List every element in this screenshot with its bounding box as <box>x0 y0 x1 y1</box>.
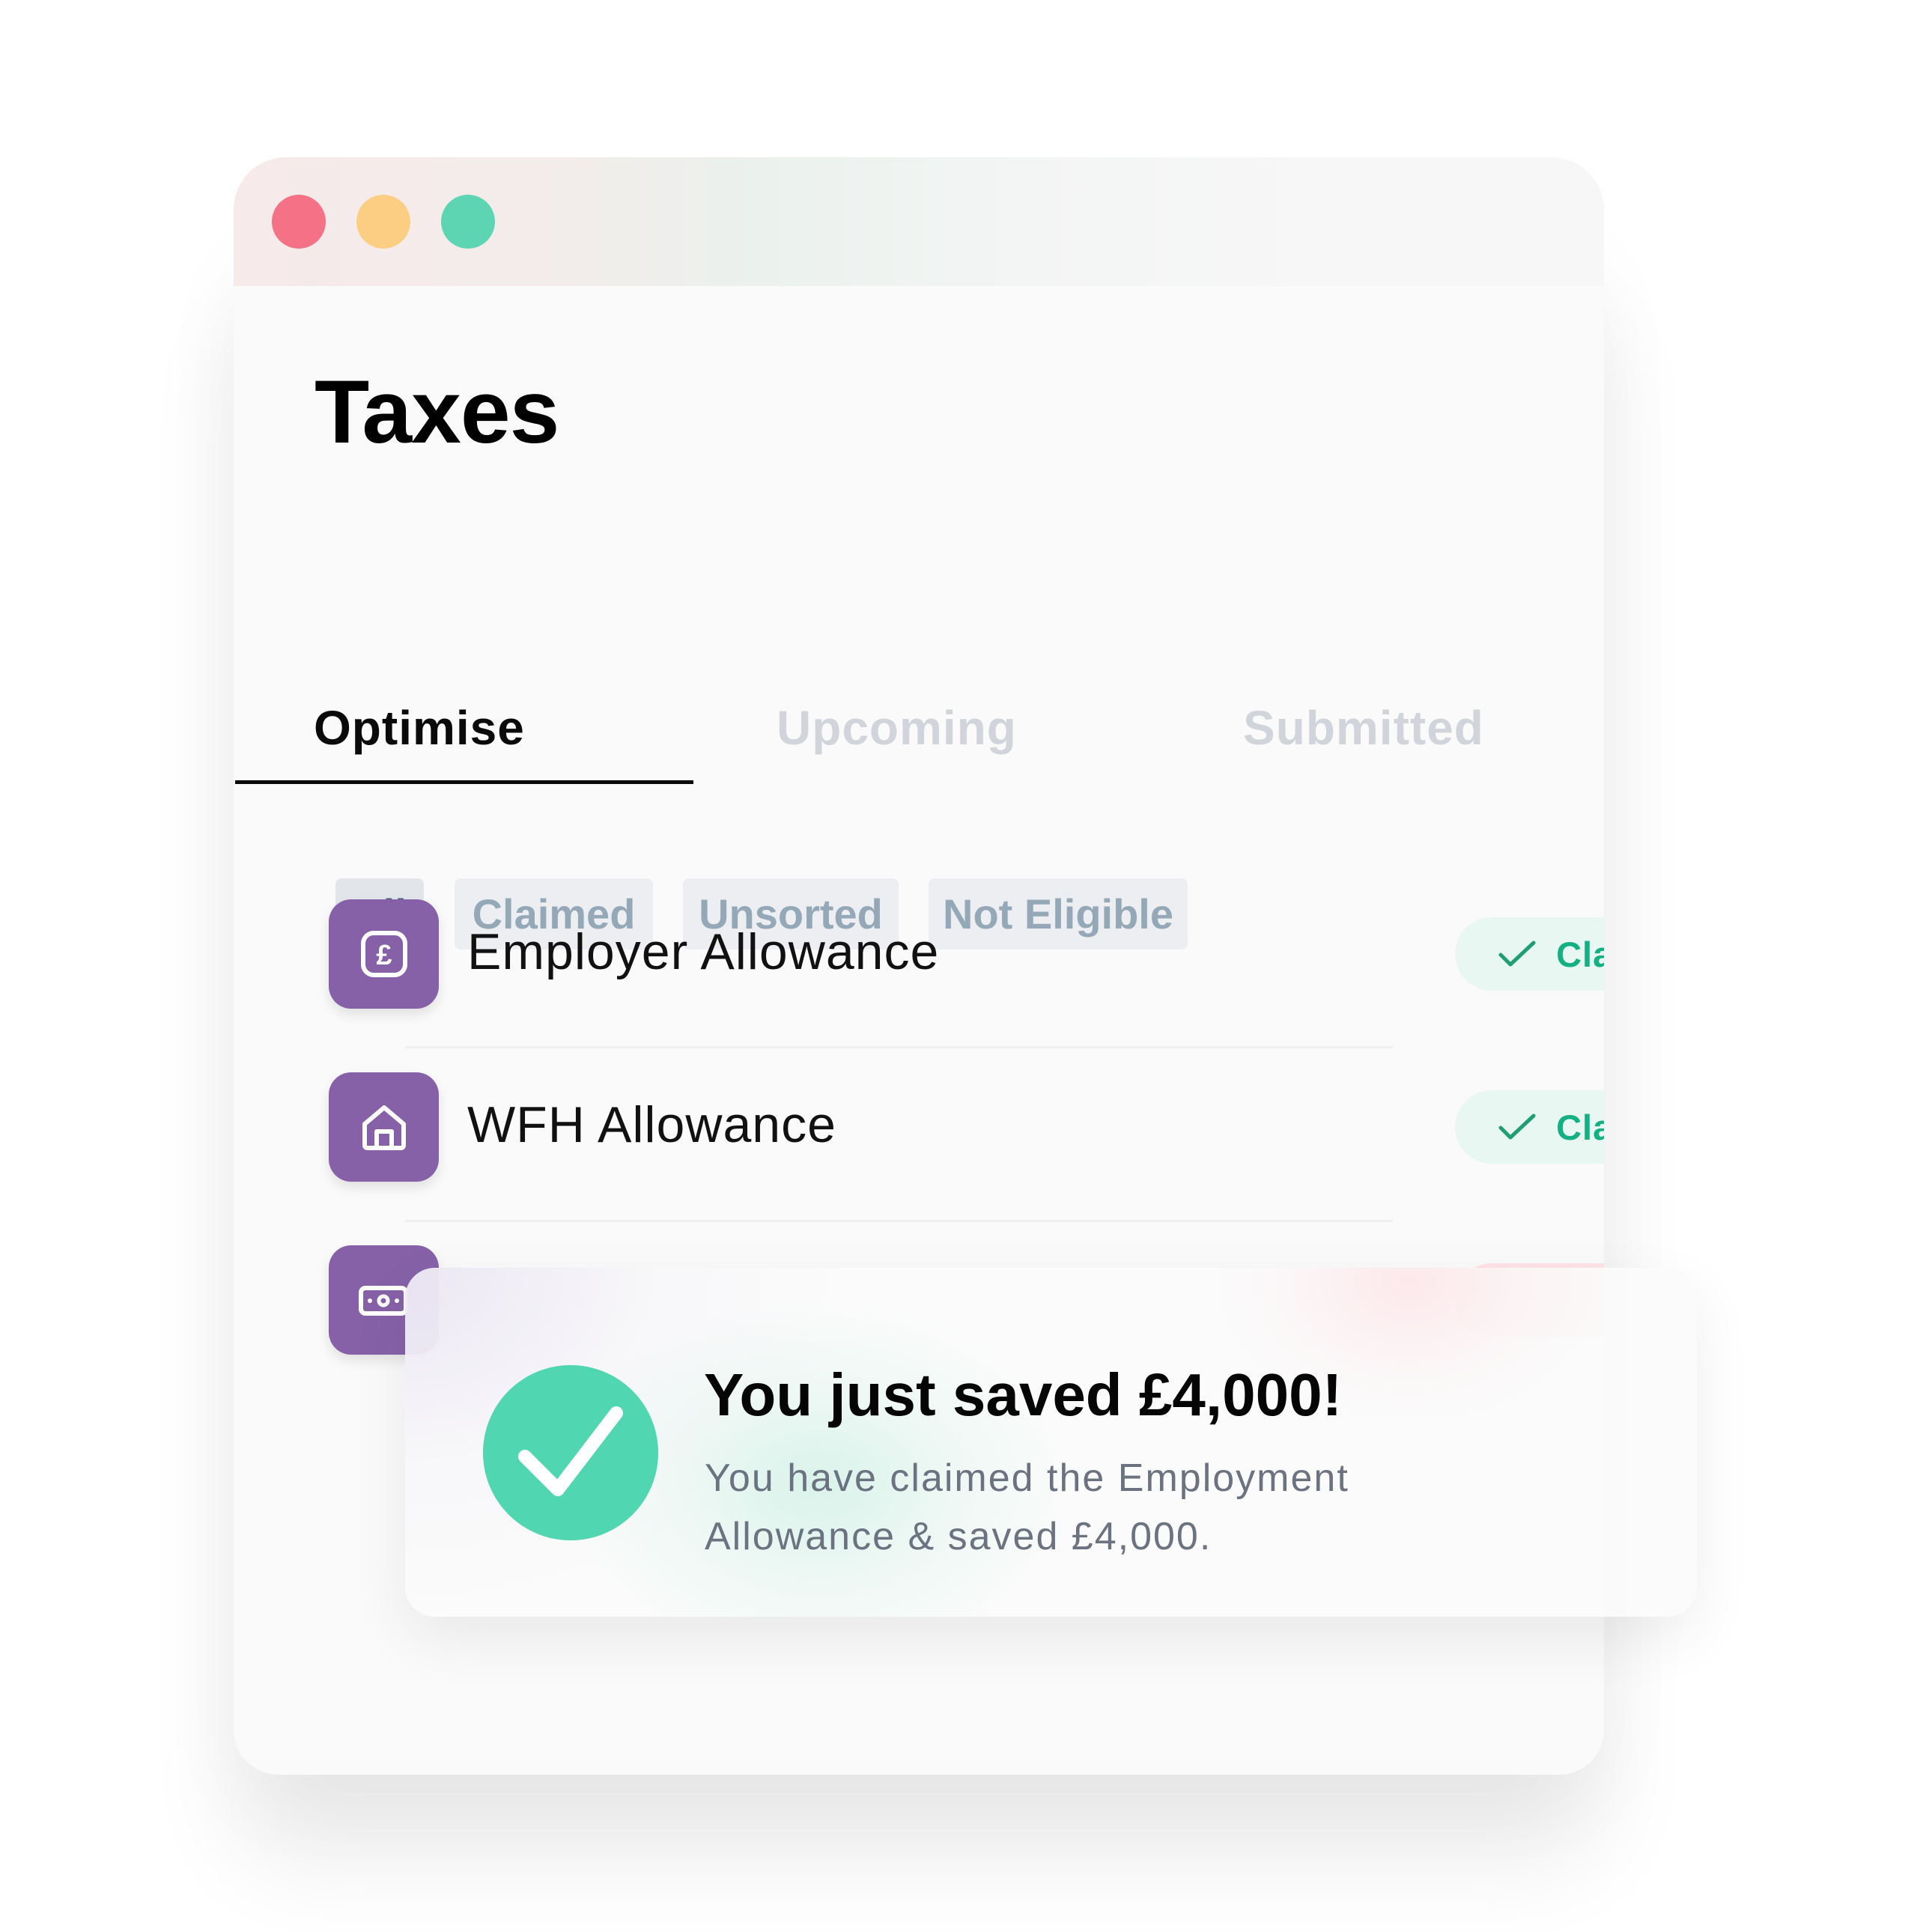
pound-icon: £ <box>360 931 407 977</box>
check-circle-icon <box>483 1365 658 1540</box>
maximize-window-button[interactable] <box>441 195 495 249</box>
row-divider <box>405 1046 1393 1048</box>
tab-submitted[interactable]: Submitted <box>1243 704 1484 752</box>
svg-text:£: £ <box>376 940 392 971</box>
banknote-icon <box>358 1286 408 1316</box>
tab-upcoming[interactable]: Upcoming <box>777 704 1017 752</box>
success-toast: You just saved £4,000! You have claimed … <box>405 1268 1697 1617</box>
home-icon <box>362 1105 406 1150</box>
tab-bar: Optimise Upcoming Submitted <box>234 681 1604 786</box>
allowance-name: WFH Allowance <box>467 1096 836 1153</box>
title-bar <box>234 157 1604 286</box>
status-badge: Claimed <box>1455 917 1604 991</box>
allowance-row[interactable]: WFH Allowance Claimed <box>329 1072 1604 1182</box>
close-window-button[interactable] <box>272 195 326 249</box>
check-icon <box>1498 1113 1537 1141</box>
toast-title: You just saved £4,000! <box>704 1361 1343 1428</box>
allowance-row[interactable]: £ Employer Allowance Claimed <box>329 899 1604 1009</box>
allowance-name: Employer Allowance <box>467 923 940 980</box>
minimize-window-button[interactable] <box>356 195 410 249</box>
active-tab-indicator <box>235 780 693 784</box>
check-icon <box>1498 940 1537 968</box>
allowance-icon-tile <box>329 1072 439 1182</box>
page-title: Taxes <box>315 362 559 462</box>
status-label: Claimed <box>1556 934 1604 974</box>
toast-message: You have claimed the Employment Allowanc… <box>705 1456 1349 1558</box>
status-badge: Claimed <box>1455 1090 1604 1164</box>
status-label: Claimed <box>1556 1107 1604 1147</box>
allowance-icon-tile: £ <box>329 899 439 1009</box>
row-divider <box>405 1220 1393 1222</box>
tab-optimise[interactable]: Optimise <box>314 704 525 752</box>
